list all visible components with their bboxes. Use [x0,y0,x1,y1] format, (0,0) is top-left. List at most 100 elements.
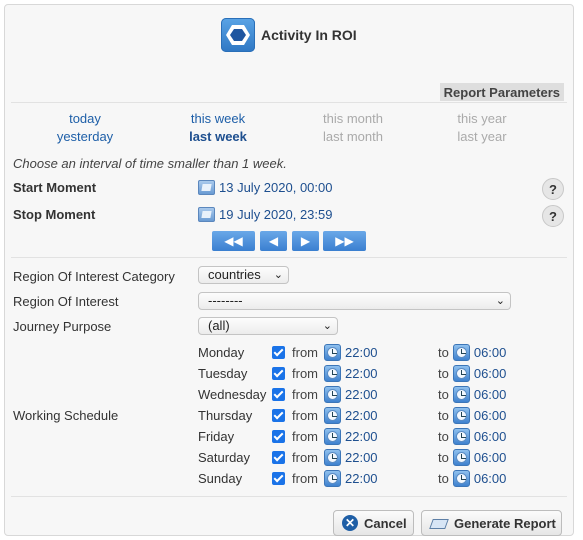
from-time[interactable]: 22:00 [345,387,378,402]
to-time[interactable]: 06:00 [474,450,507,465]
period-today-link[interactable]: today [30,111,140,126]
to-label: to [438,408,449,423]
clock-icon[interactable] [452,428,470,445]
roi-category-label: Region Of Interest Category [13,269,175,284]
working-schedule-label: Working Schedule [13,408,119,423]
journey-purpose-value: (all) [208,318,230,333]
clock-icon[interactable] [324,407,341,424]
clock-icon[interactable] [324,365,341,382]
day-enabled-checkbox[interactable] [272,346,285,359]
period-last-month-link[interactable]: last month [298,129,408,144]
nav-first-button[interactable]: ◀◀ [212,231,255,251]
period-this-month-link[interactable]: this month [298,111,408,126]
to-label: to [438,450,449,465]
day-enabled-checkbox[interactable] [272,409,285,422]
nav-last-button[interactable]: ▶▶ [323,231,366,251]
start-help-button[interactable]: ? [542,178,564,200]
nav-prev-button[interactable]: ◀ [260,231,287,251]
day-label: Monday [198,345,245,360]
to-time[interactable]: 06:00 [474,387,507,402]
cancel-button[interactable]: ✕ Cancel [333,510,414,536]
roi-select[interactable]: -------- ⌄ [198,292,511,310]
roi-category-select[interactable]: countries ⌄ [198,266,289,284]
close-icon: ✕ [342,515,358,531]
to-time[interactable]: 06:00 [474,366,507,381]
from-time[interactable]: 22:00 [345,408,378,423]
stop-moment-picker[interactable]: 19 July 2020, 23:59 [198,207,332,222]
schedule-row-wednesday: Wednesday from 22:00 to 06:00 [198,384,518,405]
journey-purpose-select[interactable]: (all) ⌄ [198,317,338,335]
day-enabled-checkbox[interactable] [272,388,285,401]
to-time[interactable]: 06:00 [474,429,507,444]
journey-purpose-label: Journey Purpose [13,319,112,334]
clock-icon[interactable] [452,407,470,424]
schedule-row-saturday: Saturday from 22:00 to 06:00 [198,447,518,468]
day-label: Thursday [198,408,253,423]
stop-moment-value[interactable]: 19 July 2020, 23:59 [219,207,332,222]
schedule-row-friday: Friday from 22:00 to 06:00 [198,426,518,447]
interval-hint: Choose an interval of time smaller than … [13,156,287,171]
from-label: from [292,429,318,444]
schedule-row-tuesday: Tuesday from 22:00 to 06:00 [198,363,518,384]
divider [11,496,567,497]
period-this-year-link[interactable]: this year [427,111,537,126]
calendar-icon[interactable] [198,180,215,195]
period-yesterday-link[interactable]: yesterday [30,129,140,144]
calendar-icon[interactable] [198,207,215,222]
schedule-row-thursday: Thursday from 22:00 to 06:00 [198,405,518,426]
to-time[interactable]: 06:00 [474,471,507,486]
nav-next-button[interactable]: ▶ [292,231,319,251]
divider [11,102,567,103]
clock-icon[interactable] [324,428,341,445]
report-parameters-tab: Report Parameters [439,83,564,101]
to-time[interactable]: 06:00 [474,345,507,360]
period-last-week-link[interactable]: last week [163,129,273,144]
page-title: Activity In ROI [261,27,357,43]
start-moment-label: Start Moment [13,180,97,195]
roi-category-value: countries [208,267,261,282]
divider [11,257,567,258]
day-enabled-checkbox[interactable] [272,367,285,380]
to-group: to 06:00 [438,428,506,445]
to-time[interactable]: 06:00 [474,408,507,423]
clock-icon[interactable] [324,344,341,361]
day-enabled-checkbox[interactable] [272,430,285,443]
period-last-year-link[interactable]: last year [427,129,537,144]
to-group: to 06:00 [438,449,506,466]
cancel-button-label: Cancel [364,515,407,531]
clock-icon[interactable] [452,365,470,382]
day-label: Friday [198,429,235,444]
from-time[interactable]: 22:00 [345,366,378,381]
stop-help-button[interactable]: ? [542,205,564,227]
roi-label: Region Of Interest [13,294,119,309]
to-label: to [438,345,449,360]
day-enabled-checkbox[interactable] [272,451,285,464]
day-enabled-checkbox[interactable] [272,472,285,485]
from-label: from [292,345,318,360]
day-label: Wednesday [198,387,267,402]
to-group: to 06:00 [438,407,506,424]
document-icon [430,516,448,530]
clock-icon[interactable] [324,449,341,466]
clock-icon[interactable] [452,470,470,487]
clock-icon[interactable] [324,386,341,403]
clock-icon[interactable] [452,386,470,403]
from-time[interactable]: 22:00 [345,471,378,486]
clock-icon[interactable] [452,449,470,466]
from-time[interactable]: 22:00 [345,345,378,360]
start-moment-value[interactable]: 13 July 2020, 00:00 [219,180,332,195]
from-label: from [292,387,318,402]
from-time[interactable]: 22:00 [345,450,378,465]
generate-report-label: Generate Report [454,515,556,531]
period-this-week-link[interactable]: this week [163,111,273,126]
chevron-down-icon: ⌄ [495,295,505,307]
to-label: to [438,387,449,402]
clock-icon[interactable] [324,470,341,487]
from-label: from [292,471,318,486]
clock-icon[interactable] [452,344,470,361]
generate-report-button[interactable]: Generate Report [421,510,562,536]
from-time[interactable]: 22:00 [345,429,378,444]
from-label: from [292,408,318,423]
start-moment-picker[interactable]: 13 July 2020, 00:00 [198,180,332,195]
chevron-down-icon: ⌄ [273,269,283,281]
